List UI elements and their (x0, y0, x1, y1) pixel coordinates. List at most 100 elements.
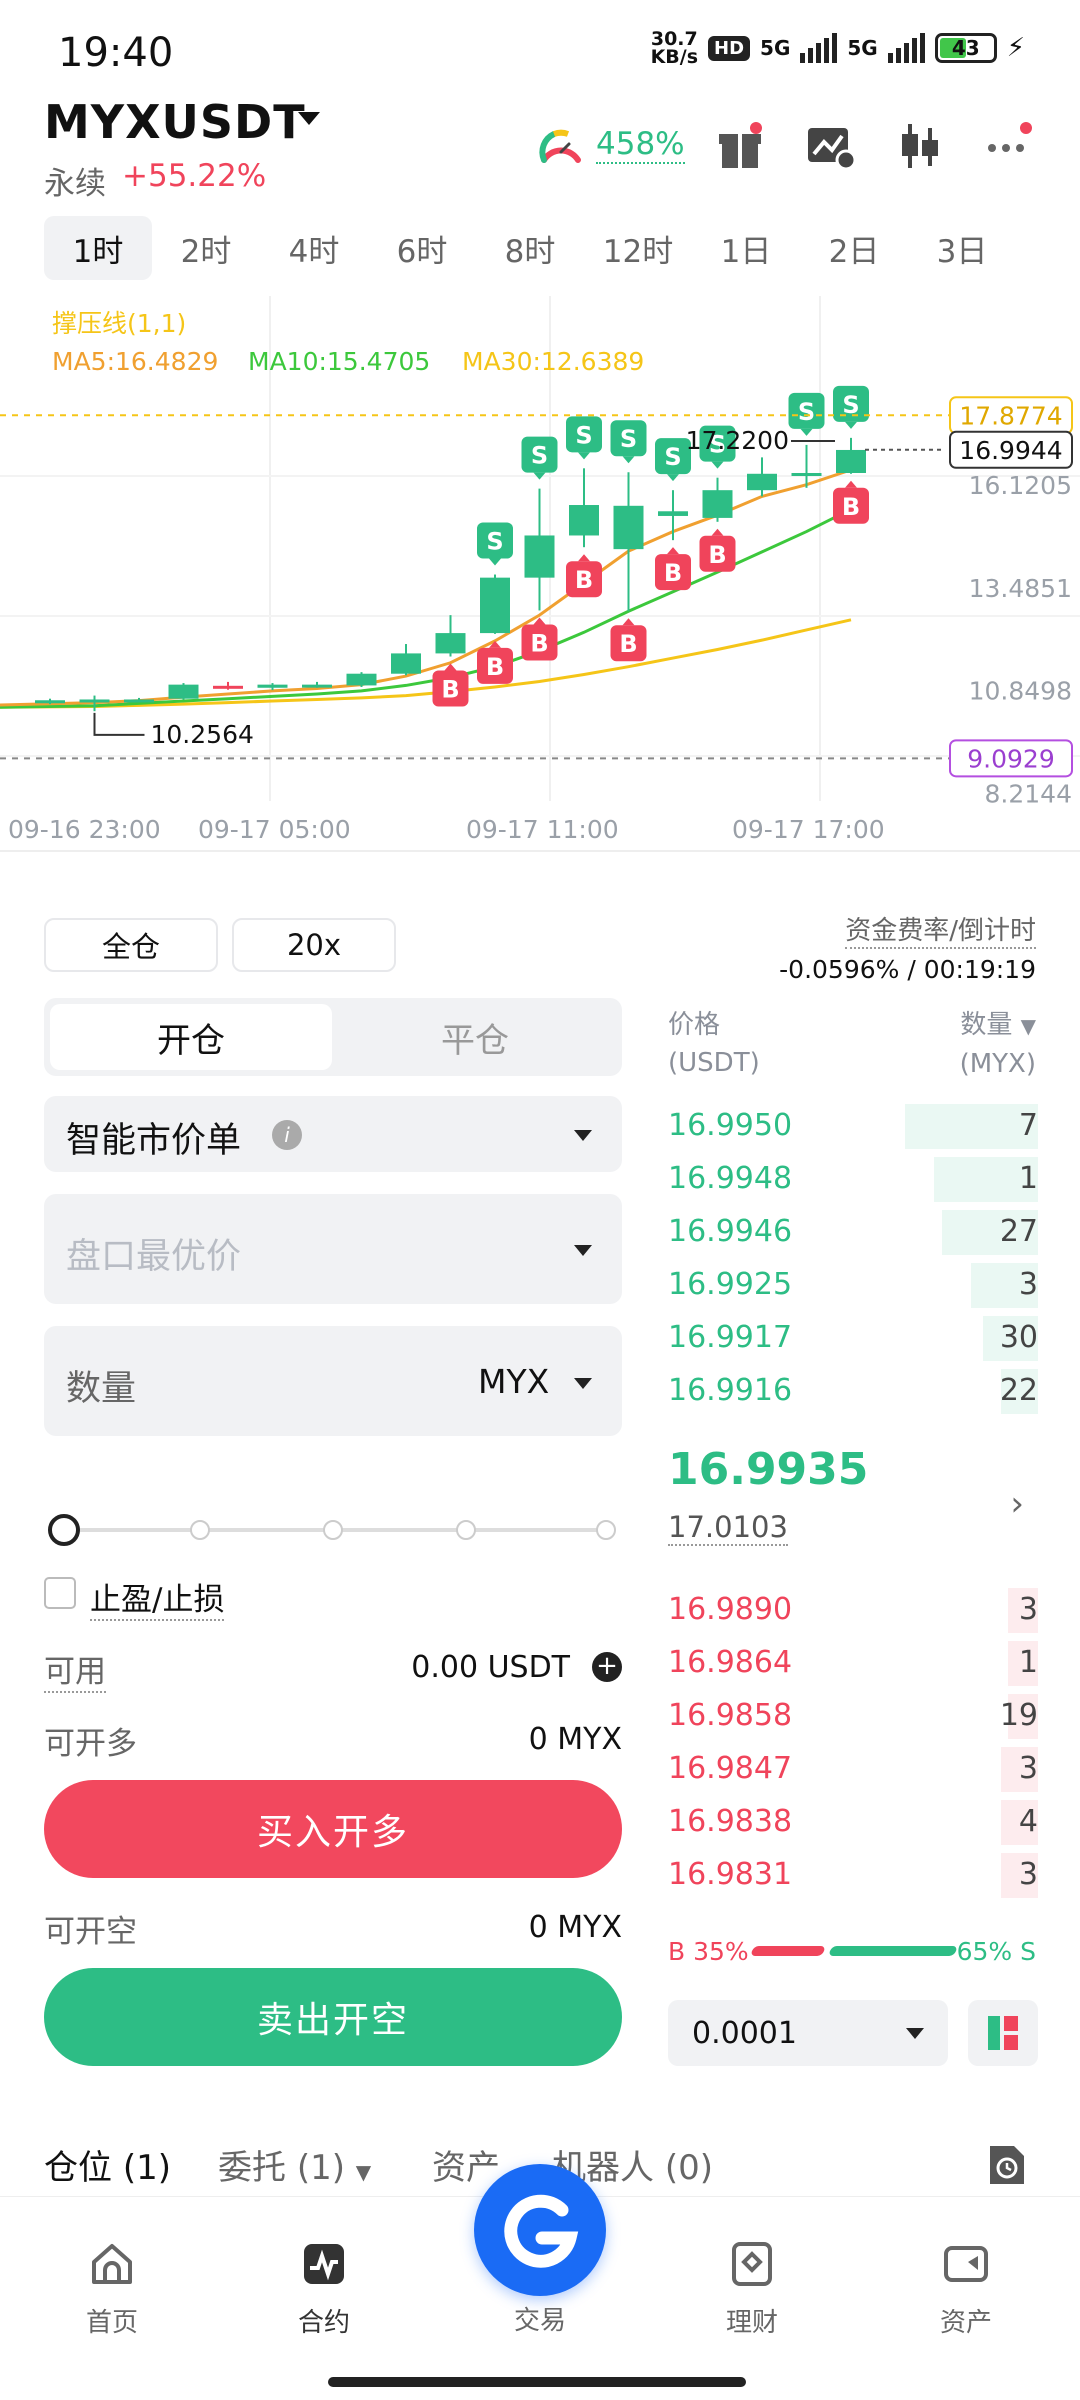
price-change: +55.22% (122, 158, 267, 194)
quantity-unit[interactable]: MYX (478, 1362, 549, 1401)
row-price: 16.9864 (668, 1645, 793, 1680)
charging-icon: ⚡ (1006, 33, 1025, 63)
nav-contract[interactable]: 合约 (264, 2240, 384, 2339)
ask-row[interactable]: 16.9917 30 (668, 1312, 1038, 1365)
bid-row[interactable]: 16.9890 3 (668, 1584, 1038, 1637)
tab-positions[interactable]: 仓位 (1) (44, 2140, 171, 2189)
y-tick-label: 13.4851 (969, 574, 1072, 603)
ask-row[interactable]: 16.9950 7 (668, 1100, 1038, 1153)
orderbook-qty-header[interactable]: 数量 ▼ (MYX) (960, 1006, 1036, 1083)
chevron-right-icon[interactable]: › (1010, 1484, 1024, 1524)
gauge-percent[interactable]: 458% (596, 126, 685, 164)
status-icons: 30.7 KB/s HD 5G 5G 43 ⚡ (651, 30, 1025, 67)
battery-icon: 43 (934, 33, 997, 63)
ask-row[interactable]: 16.9946 27 (668, 1206, 1038, 1259)
row-price: 16.9925 (668, 1267, 793, 1302)
home-icon (92, 2244, 132, 2284)
current-price-tag-text: 16.9944 (959, 436, 1062, 465)
row-qty: 19 (999, 1698, 1038, 1733)
signal-icon (800, 33, 838, 63)
marker-letter: S (798, 398, 815, 426)
candle (480, 574, 510, 634)
trade-button[interactable] (474, 2164, 606, 2296)
slider-step[interactable] (456, 1520, 476, 1540)
bid-row[interactable]: 16.9838 4 (668, 1796, 1038, 1849)
chevron-down-icon[interactable] (298, 112, 320, 125)
margin-mode-button[interactable]: 全仓 (44, 918, 218, 972)
row-qty: 1 (1018, 1645, 1038, 1680)
available-label[interactable]: 可用 (44, 1646, 106, 1693)
nav-assets[interactable]: 资产 (906, 2240, 1026, 2339)
tab-8h[interactable]: 8时 (476, 216, 584, 280)
buy-marker: B (610, 618, 647, 662)
chevron-down-icon[interactable] (574, 1378, 592, 1389)
marker-pointer (667, 474, 679, 482)
more-icon[interactable] (982, 118, 1038, 174)
slider-step[interactable] (596, 1520, 616, 1540)
tab-4h[interactable]: 4时 (260, 216, 368, 280)
row-price: 16.9916 (668, 1373, 793, 1408)
available-value: 0.00 USDT (411, 1650, 570, 1685)
nav-finance[interactable]: 理财 (692, 2240, 812, 2339)
gauge-icon[interactable] (536, 122, 586, 172)
bid-row[interactable]: 16.9864 1 (668, 1637, 1038, 1690)
candle-body (658, 511, 688, 516)
tab-orders[interactable]: 委托 (1) ▼ (218, 2140, 371, 2189)
tab-1d[interactable]: 1日 (692, 216, 800, 280)
ask-row[interactable]: 16.9925 3 (668, 1259, 1038, 1312)
tab-2d[interactable]: 2日 (800, 216, 908, 280)
tab-12h[interactable]: 12时 (584, 216, 692, 280)
gift-icon[interactable] (712, 118, 768, 174)
tab-2h[interactable]: 2时 (152, 216, 260, 280)
slider-step[interactable] (190, 1520, 210, 1540)
nav-home[interactable]: 首页 (52, 2240, 172, 2339)
tab-close[interactable]: 平仓 (334, 1004, 616, 1070)
mark-price[interactable]: 17.0103 (668, 1510, 788, 1546)
row-price: 16.9950 (668, 1108, 793, 1143)
ma30-label: MA30:12.6389 (462, 347, 644, 376)
row-qty: 3 (1018, 1857, 1038, 1892)
sell-short-button[interactable]: 卖出开空 (44, 1968, 622, 2066)
slider-step[interactable] (323, 1520, 343, 1540)
tab-3d[interactable]: 3日 (908, 216, 1016, 280)
ma30-line (0, 618, 852, 709)
chart-settings-icon[interactable] (802, 118, 858, 174)
order-type-label: 智能市价单 (66, 1121, 242, 1161)
row-price: 16.9831 (668, 1857, 793, 1892)
add-funds-icon[interactable]: + (592, 1652, 622, 1682)
orderbook-layout-button[interactable] (968, 2000, 1038, 2066)
finance-icon (732, 2242, 772, 2286)
tab-6h[interactable]: 6时 (368, 216, 476, 280)
candlestick-icon[interactable] (892, 118, 948, 174)
nav-trade-label[interactable]: 交易 (480, 2300, 600, 2337)
ask-row[interactable]: 16.9948 1 (668, 1153, 1038, 1206)
tpsl-checkbox[interactable] (44, 1577, 76, 1609)
price-chart[interactable]: 撑压线(1,1) MA5:16.4829 MA10:15.4705 MA30:1… (0, 296, 1080, 856)
tpsl-label[interactable]: 止盈/止损 (90, 1574, 225, 1621)
pair-selector[interactable]: MYXUSDT (44, 95, 306, 149)
trade-logo-icon (504, 2194, 579, 2268)
bid-row[interactable]: 16.9831 3 (668, 1849, 1038, 1902)
chevron-down-icon (574, 1245, 592, 1256)
candle-body (435, 633, 466, 654)
bid-row[interactable]: 16.9858 19 (668, 1690, 1038, 1743)
marker-letter: B (842, 493, 860, 521)
high-label: 17.2200 (686, 426, 789, 455)
info-icon[interactable]: i (272, 1120, 302, 1150)
funding-rate-label[interactable]: 资金费率/倒计时 (845, 910, 1036, 949)
sell-marker: S (566, 416, 602, 460)
chevron-down-icon: ▼ (355, 2160, 372, 2184)
row-qty: 4 (1018, 1804, 1038, 1839)
support-tag-text: 9.0929 (967, 744, 1054, 773)
marker-pointer (711, 461, 724, 469)
ask-row[interactable]: 16.9916 22 (668, 1365, 1038, 1418)
signal-icon (887, 33, 925, 63)
row-price: 16.9946 (668, 1214, 793, 1249)
leverage-button[interactable]: 20x (232, 918, 396, 972)
slider-handle[interactable] (48, 1514, 80, 1546)
tab-1h[interactable]: 1时 (44, 216, 152, 280)
bid-row[interactable]: 16.9847 3 (668, 1743, 1038, 1796)
history-icon[interactable] (986, 2142, 1028, 2188)
tab-open[interactable]: 开仓 (50, 1004, 332, 1070)
buy-long-button[interactable]: 买入开多 (44, 1780, 622, 1878)
